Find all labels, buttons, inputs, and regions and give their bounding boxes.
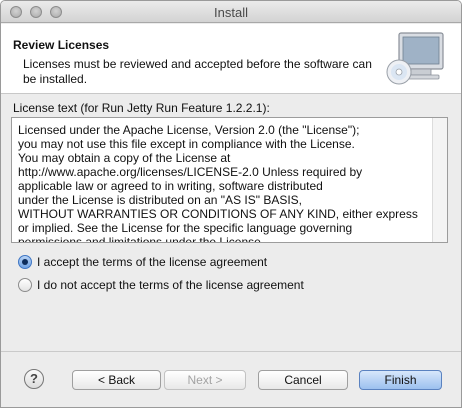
page-description: Licenses must be reviewed and accepted b… xyxy=(23,57,372,86)
finish-button[interactable]: Finish xyxy=(359,370,442,390)
help-icon[interactable]: ? xyxy=(24,369,44,389)
license-scrollbar[interactable] xyxy=(432,118,447,242)
window-title: Install xyxy=(214,5,248,20)
back-button[interactable]: < Back xyxy=(72,370,161,390)
title-bar[interactable]: Install xyxy=(1,1,461,23)
wizard-header: Review Licenses Licenses must be reviewe… xyxy=(1,24,461,94)
cancel-button[interactable]: Cancel xyxy=(258,370,348,390)
install-dialog: Install Review Licenses Licenses must be… xyxy=(0,0,462,408)
decline-license-option[interactable]: I do not accept the terms of the license… xyxy=(18,277,304,293)
button-bar-divider xyxy=(1,351,461,352)
computer-install-icon xyxy=(386,32,444,85)
accept-license-option[interactable]: I accept the terms of the license agreem… xyxy=(18,254,267,270)
license-text-area[interactable]: Licensed under the Apache License, Versi… xyxy=(11,117,448,243)
accept-label[interactable]: I accept the terms of the license agreem… xyxy=(37,255,267,269)
license-text[interactable]: Licensed under the Apache License, Versi… xyxy=(18,123,423,242)
license-text-label: License text (for Run Jetty Run Feature … xyxy=(13,101,270,115)
decline-label[interactable]: I do not accept the terms of the license… xyxy=(37,278,304,292)
page-title: Review Licenses xyxy=(13,38,110,52)
accept-radio[interactable] xyxy=(18,255,32,269)
next-button[interactable]: Next > xyxy=(164,370,246,390)
decline-radio[interactable] xyxy=(18,278,32,292)
